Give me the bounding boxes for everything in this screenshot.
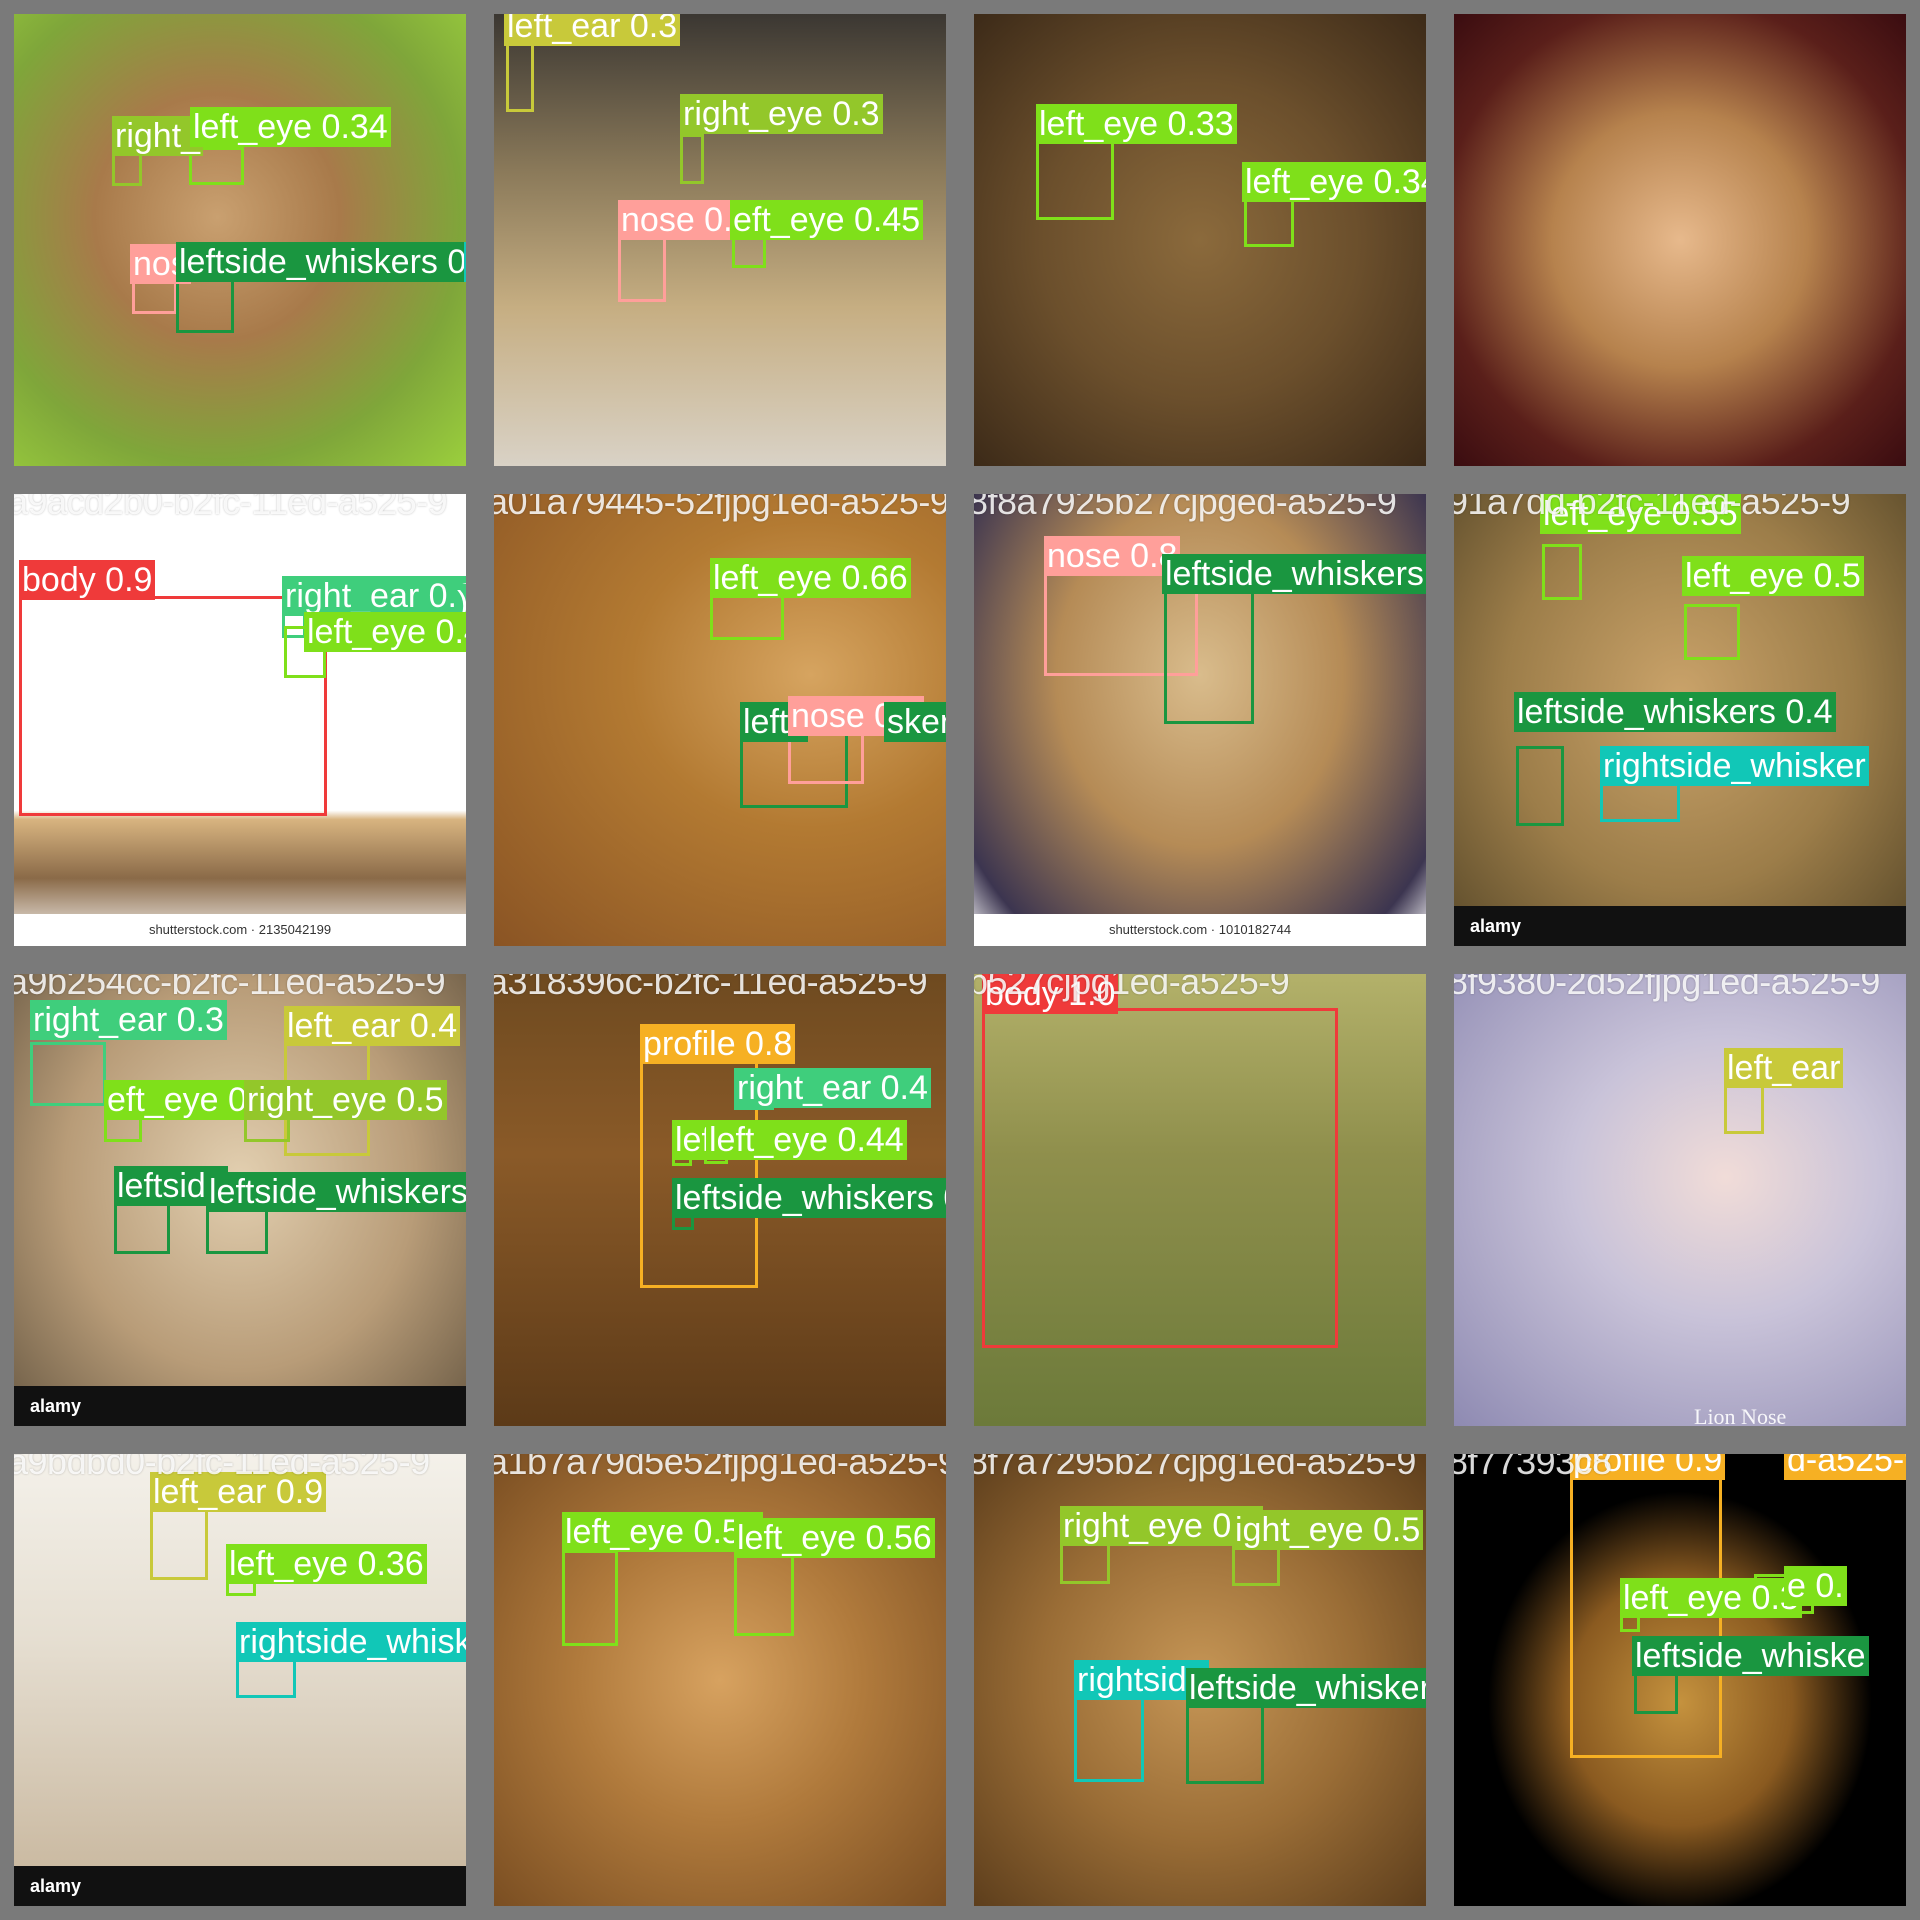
- detection-label: leftside_whiskers 0.3: [1186, 1668, 1426, 1708]
- filename-caption: b527cjpg1ed-a525-9: [968, 961, 1290, 1002]
- detection-box-right-ear: [30, 1042, 106, 1106]
- filename-caption: 8f77393c8: [1448, 1441, 1612, 1482]
- filename-caption: 91a7dd-b2fc-11ed-a525-9: [1448, 481, 1851, 522]
- detection-label: right_ear 0.4: [734, 1068, 931, 1108]
- image-tile: b527cjpg1ed-a525-9 body 1.0: [960, 960, 1440, 1440]
- detection-label: rightside_whiskers 0.4: [236, 1622, 466, 1662]
- detection-box-body: [982, 1008, 1338, 1348]
- detection-label: left_ear 0.4: [284, 1006, 461, 1046]
- detection-label: 5: [464, 242, 466, 282]
- detection-label: left_eye 0.5: [1682, 556, 1864, 596]
- image-tile: a9acd2b0-b2fc-11ed-a525-9 body 0.9 right_e…: [0, 480, 480, 960]
- image-tile: a1b7a79d5e52fjpg1ed-a525-9 left_eye 0.56 l…: [480, 1440, 960, 1920]
- detection-label: ight_eye 0.5: [1232, 1510, 1424, 1550]
- image-tile: a9b254cc-b2fc-11ed-a525-9 right_ear 0.3 le…: [0, 960, 480, 1440]
- image-watermark: Lion Nose: [1694, 1404, 1787, 1429]
- detection-box-left-eye: [1036, 132, 1114, 220]
- image-tile: a9bdbd0-b2fc-11ed-a525-9 left_ear 0.9 left…: [0, 1440, 480, 1920]
- filename-caption: a9bdbd0-b2fc-11ed-a525-9: [8, 1441, 430, 1482]
- detection-box-left-eye: [562, 1550, 618, 1646]
- tile-photo: [1454, 974, 1906, 1426]
- detection-label: left_ear: [1724, 1048, 1844, 1088]
- image-tile: 8f9380-2d52fjpg1ed-a525-9 left_ear Lion No…: [1440, 960, 1920, 1440]
- image-tile: a01a79445-52fjpg1ed-a525-9 left_eye 0.66 l…: [480, 480, 960, 960]
- stock-footer: shutterstock.com · 2135042199: [14, 914, 466, 946]
- detection-label: left_eye 0.66: [710, 558, 911, 598]
- stock-footer: alamy: [14, 1866, 466, 1906]
- filename-caption: a9b254cc-b2fc-11ed-a525-9: [8, 961, 446, 1002]
- detection-label: left_eye 0.34: [1242, 162, 1426, 202]
- detection-label: left_eye 0.33: [1036, 104, 1237, 144]
- detection-label: profile 0.8: [640, 1024, 796, 1064]
- detection-label: left_ear 0.3: [504, 14, 681, 46]
- filename-caption: 8f8a7925b27cjpged-a525-9: [968, 481, 1397, 522]
- detection-label: leftside_whiskers 0.3: [206, 1172, 466, 1212]
- detection-label: e 0.: [1784, 1566, 1847, 1606]
- detection-label: leftside_whiskers 0.4: [1514, 692, 1836, 732]
- filename-caption: a1b7a79d5e52fjpg1ed-a525-9: [488, 1441, 958, 1482]
- detection-label: nose 0.8: [1044, 536, 1181, 576]
- detection-label: eft_eye 0: [104, 1080, 250, 1120]
- detection-label: body 0.9: [19, 560, 156, 600]
- detection-label: rightside_whisker: [1600, 746, 1869, 786]
- tile-photo: [1454, 14, 1906, 466]
- detection-box-leftside-whiskers: [1516, 746, 1564, 826]
- stock-footer: shutterstock.com · 1010182744: [974, 914, 1426, 946]
- detection-label: right_ear 0.3: [30, 1000, 227, 1040]
- detection-box-right-eye: [680, 134, 704, 184]
- detection-box-body: [19, 596, 327, 816]
- filename-caption: 8f9380-2d52fjpg1ed-a525-9: [1448, 961, 1880, 1002]
- tile-photo: [974, 14, 1426, 466]
- detection-label: right_eye 0.5: [244, 1080, 447, 1120]
- detection-label: leftside_whiskers 0.3: [176, 242, 466, 282]
- stock-footer: alamy: [1454, 906, 1906, 946]
- detection-mosaic: right_ left_eye 0.34 nos leftside_whiskers …: [0, 0, 1920, 1920]
- detection-label: right_ear 0.3: [282, 576, 466, 616]
- filename-caption: a01a79445-52fjpg1ed-a525-9: [488, 481, 950, 522]
- detection-box-left-eye: [1542, 544, 1582, 600]
- image-tile: 8f77393c8 profile 0.9 d-a525-9 left_eye 0.3…: [1440, 1440, 1920, 1920]
- detection-label: leftside_whiskers 0.3: [1162, 554, 1426, 594]
- image-tile: 8f7a7295b27cjpg1ed-a525-9 right_eye 0.4 ig…: [960, 1440, 1440, 1920]
- detection-label: skers 0.44: [884, 702, 946, 742]
- detection-label: left_eye 0.34: [190, 107, 391, 147]
- detection-box-left-eye: [1684, 604, 1740, 660]
- image-tile: left_ear 0.3 right_eye 0.3 nose 0.3 eft_eye…: [480, 0, 960, 480]
- detection-label: leftside_whiskers 0.3: [672, 1178, 946, 1218]
- detection-label: eft_eye 0.45: [730, 200, 924, 240]
- image-tile: [1440, 0, 1920, 480]
- detection-label: left_eye 0.56: [562, 1512, 763, 1552]
- detection-label: left_eye 0.56: [734, 1518, 935, 1558]
- detection-label: left_eye 0.44: [706, 1120, 907, 1160]
- detection-label: d-a525-9: [1784, 1454, 1906, 1480]
- image-tile: a318396c-b2fc-11ed-a525-9 profile 0.8 righ…: [480, 960, 960, 1440]
- detection-label: left_eye 0.36: [226, 1544, 427, 1584]
- detection-label: left_eye 0.3: [1620, 1578, 1802, 1618]
- tile-photo: [494, 14, 946, 466]
- image-tile: right_ left_eye 0.34 nos leftside_whiskers …: [0, 0, 480, 480]
- stock-footer: alamy: [14, 1386, 466, 1426]
- filename-caption: a9acd2b0-b2fc-11ed-a525-9: [8, 481, 448, 522]
- filename-caption: a318396c-b2fc-11ed-a525-9: [488, 961, 928, 1002]
- image-tile: 91a7dd-b2fc-11ed-a525-9 left_eye 0.55 left…: [1440, 480, 1920, 960]
- image-tile: left_eye 0.33 left_eye 0.34: [960, 0, 1440, 480]
- filename-caption: 8f7a7295b27cjpg1ed-a525-9: [968, 1441, 1416, 1482]
- detection-box-left-eye: [734, 1554, 794, 1636]
- image-tile: 8f8a7925b27cjpged-a525-9 nose 0.8 leftside…: [960, 480, 1440, 960]
- tile-photo: [14, 14, 466, 466]
- detection-label: left_eye 0.44: [304, 612, 466, 652]
- detection-label: right_eye 0.3: [680, 94, 883, 134]
- detection-label: leftside_whiske: [1632, 1636, 1869, 1676]
